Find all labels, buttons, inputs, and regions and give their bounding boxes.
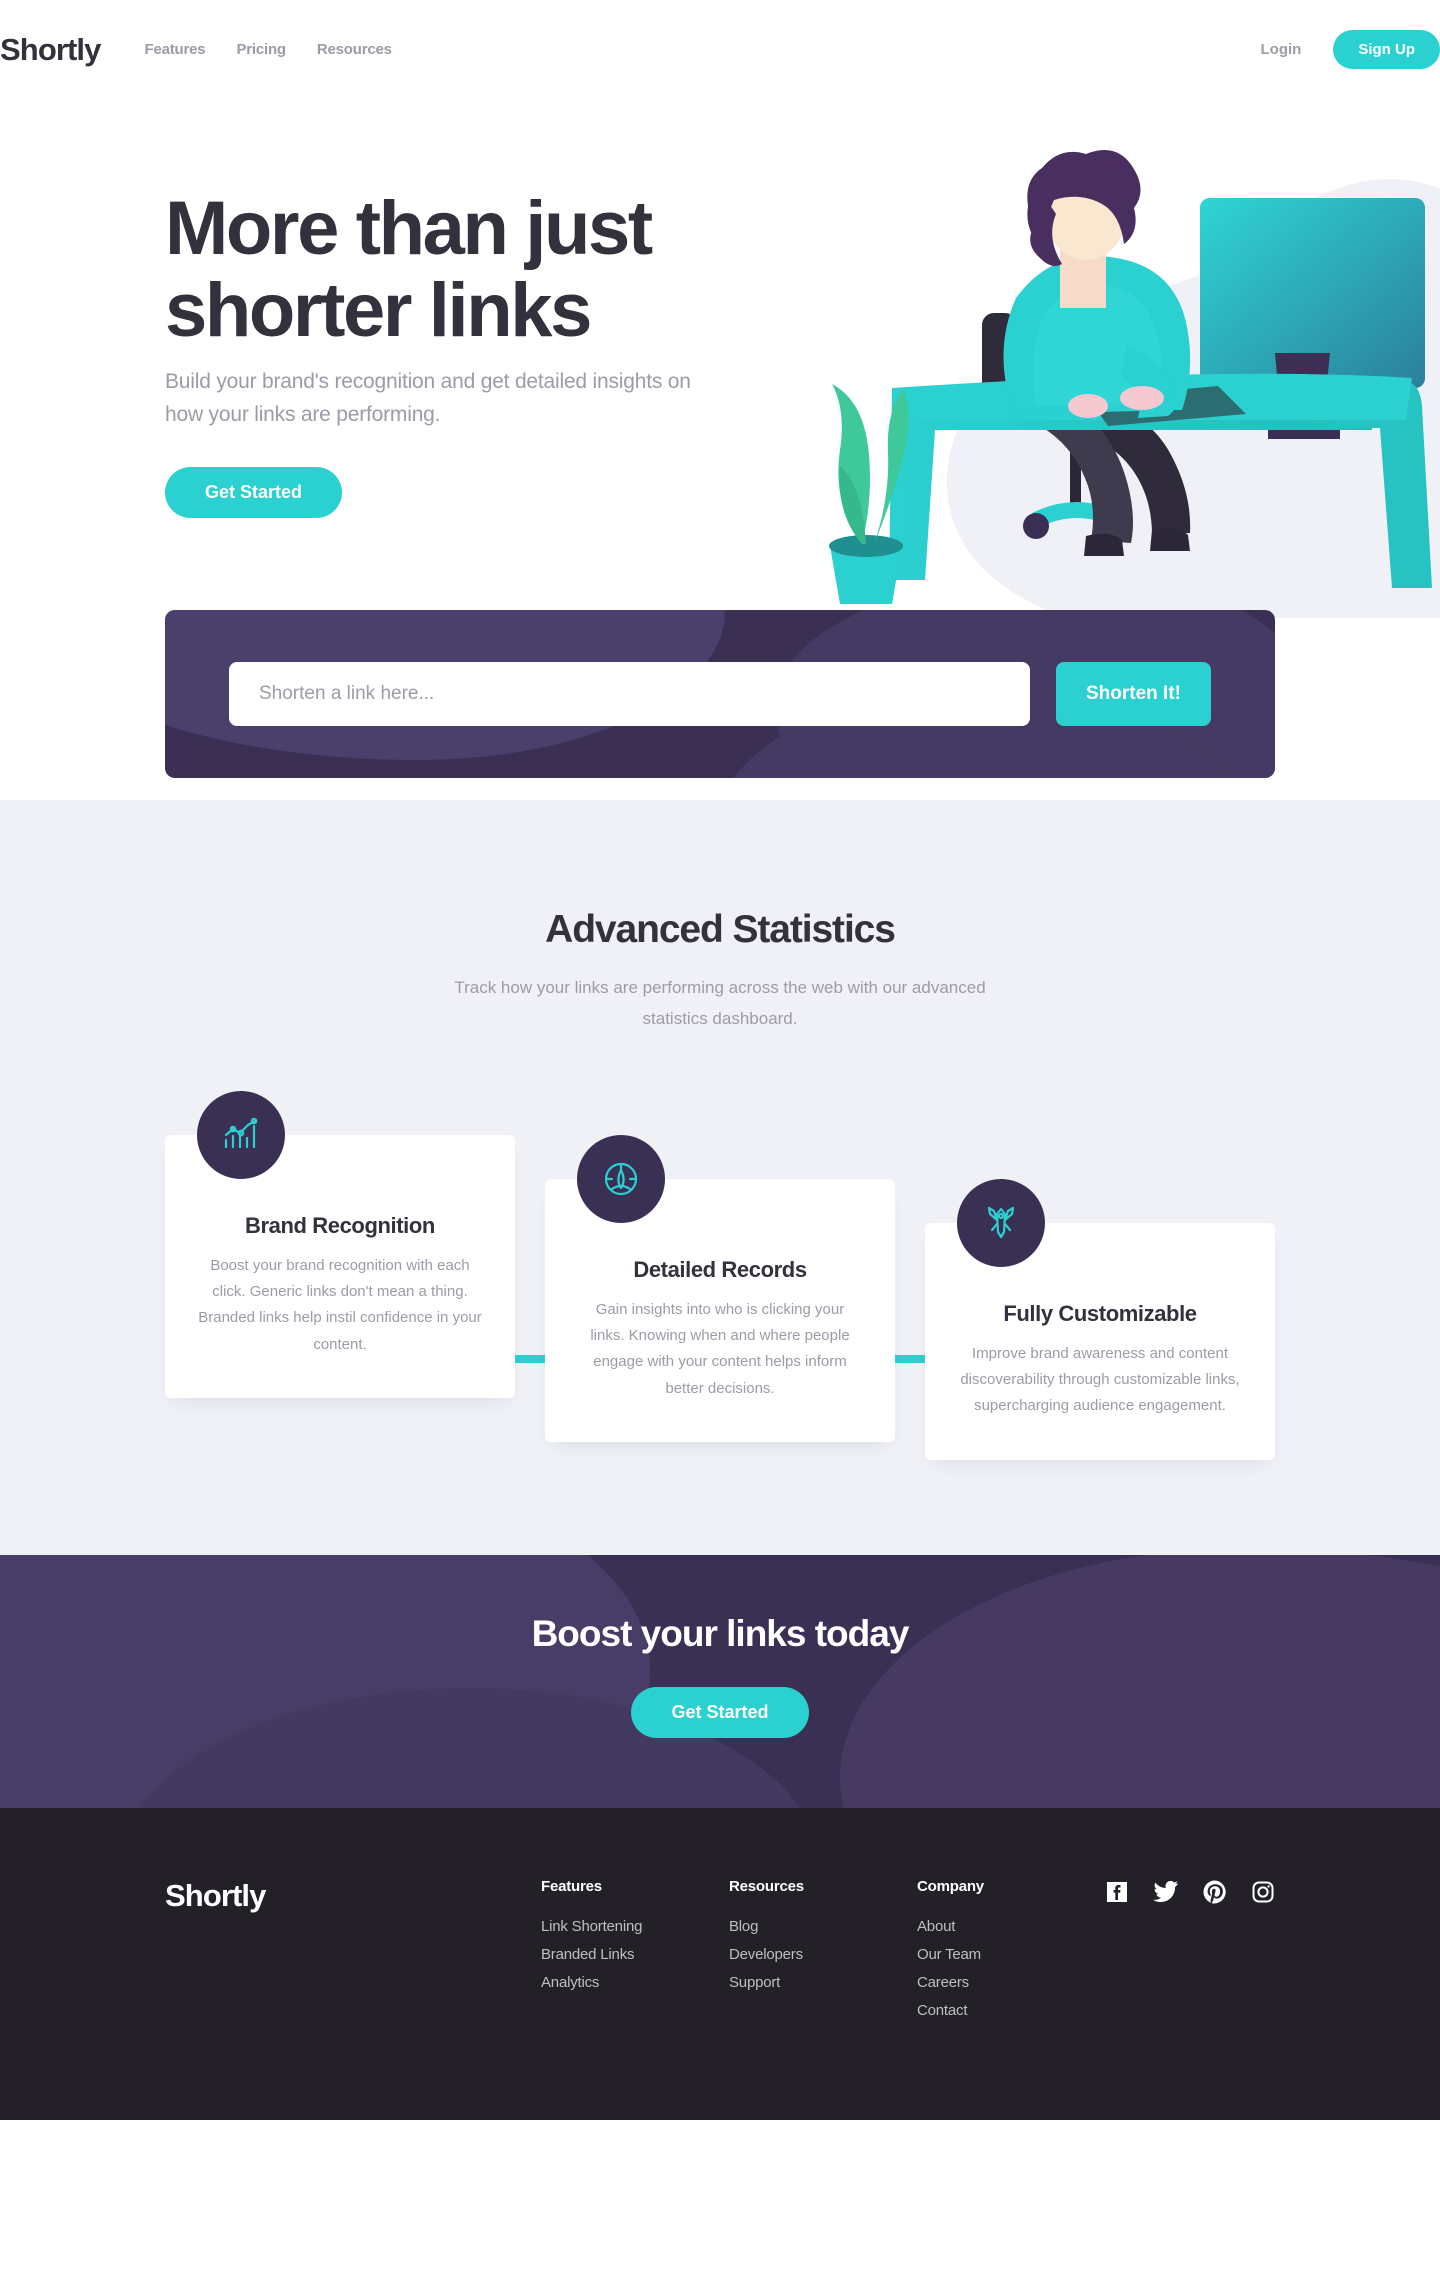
hero-section: More than just shorter links Build your … — [0, 98, 1440, 688]
footer-link-careers[interactable]: Careers — [917, 1974, 1105, 1991]
shorten-it-button[interactable]: Shorten It! — [1056, 662, 1211, 726]
pinterest-icon[interactable] — [1203, 1880, 1227, 1904]
stat-card-brand-recognition: Brand Recognition Boost your brand recog… — [165, 1090, 515, 1398]
footer-column-heading: Features — [541, 1877, 602, 1895]
social-links — [1105, 1878, 1275, 1904]
footer-link-our-team[interactable]: Our Team — [917, 1946, 1105, 1963]
footer-link-link-shortening[interactable]: Link Shortening — [541, 1918, 729, 1935]
nav-item-features[interactable]: Features — [145, 41, 206, 58]
main-navigation: Features Pricing Resources — [145, 41, 393, 58]
hero-title-line-1: More than just — [165, 186, 653, 271]
signup-button[interactable]: Sign Up — [1333, 29, 1440, 69]
link-shortener-panel: Shorten It! — [165, 610, 1275, 778]
footer-link-developers[interactable]: Developers — [729, 1946, 917, 1963]
hero-subtitle: Build your brand's recognition and get d… — [165, 370, 691, 426]
stat-card-title: Fully Customizable — [1003, 1300, 1197, 1326]
stat-card-fully-customizable: Fully Customizable Improve brand awarene… — [925, 1178, 1275, 1460]
footer-column-heading: Resources — [729, 1877, 804, 1895]
nav-item-resources[interactable]: Resources — [317, 41, 392, 58]
brand-recognition-icon — [197, 1090, 285, 1179]
gauge-icon — [604, 1162, 638, 1195]
advanced-statistics-section: Advanced Statistics Track how your links… — [0, 778, 1440, 1555]
stat-card-detailed-records: Detailed Records Gain insights into who … — [545, 1134, 895, 1442]
footer-column-resources: Resources Blog Developers Support — [729, 1878, 917, 2002]
statistics-title: Advanced Statistics — [545, 908, 896, 951]
shorten-link-input[interactable] — [229, 662, 1030, 726]
detailed-records-icon — [577, 1134, 665, 1223]
footer-column-company: Company About Our Team Careers Contact — [917, 1878, 1105, 2030]
footer-link-analytics[interactable]: Analytics — [541, 1974, 729, 1991]
link-shortener-section: Shorten It! — [0, 610, 1440, 778]
footer-column-heading: Company — [917, 1877, 984, 1895]
bar-chart-icon — [224, 1117, 258, 1148]
stat-card-title: Detailed Records — [633, 1256, 807, 1282]
boost-get-started-button[interactable]: Get Started — [631, 1686, 809, 1738]
stat-card-body: Improve brand awareness and content disc… — [960, 1344, 1240, 1415]
fully-customizable-icon — [957, 1178, 1045, 1267]
boost-cta-section: Boost your links today Get Started — [0, 1554, 1440, 1808]
footer-link-contact[interactable]: Contact — [917, 2002, 1105, 2019]
hero-title: More than just shorter links — [165, 186, 785, 354]
login-link[interactable]: Login — [1249, 33, 1314, 66]
footer-link-branded-links[interactable]: Branded Links — [541, 1946, 729, 1963]
statistics-subtitle: Track how your links are performing acro… — [454, 978, 986, 1029]
footer-brand-logo[interactable]: Shortly — [165, 1878, 541, 1911]
landing-page: Shortly Features Pricing Resources Login… — [0, 0, 1440, 2120]
brand-logo[interactable]: Shortly — [0, 34, 101, 65]
footer-column-features: Features Link Shortening Branded Links A… — [541, 1878, 729, 2002]
hero-get-started-button[interactable]: Get Started — [165, 467, 343, 519]
nav-item-pricing[interactable]: Pricing — [236, 41, 286, 58]
twitter-icon[interactable] — [1153, 1880, 1179, 1904]
pen-tools-icon — [987, 1206, 1015, 1238]
stat-card-title: Brand Recognition — [245, 1212, 435, 1238]
boost-title: Boost your links today — [531, 1612, 910, 1654]
stat-card-body: Gain insights into who is clicking your … — [590, 1300, 850, 1397]
stat-card-body: Boost your brand recognition with each c… — [198, 1256, 482, 1353]
statistics-cards: Brand Recognition Boost your brand recog… — [165, 1090, 1275, 1555]
site-footer: Shortly Features Link Shortening Branded… — [0, 1807, 1440, 2120]
facebook-icon[interactable] — [1105, 1880, 1129, 1904]
hero-title-line-2: shorter links — [165, 268, 592, 354]
site-header: Shortly Features Pricing Resources Login… — [0, 0, 1440, 98]
footer-link-about[interactable]: About — [917, 1918, 1105, 1935]
footer-link-blog[interactable]: Blog — [729, 1918, 917, 1935]
auth-navigation: Login Sign Up — [1249, 29, 1440, 69]
instagram-icon[interactable] — [1251, 1880, 1275, 1904]
footer-link-support[interactable]: Support — [729, 1974, 917, 1991]
hero-copy: More than just shorter links Build your … — [165, 98, 785, 519]
